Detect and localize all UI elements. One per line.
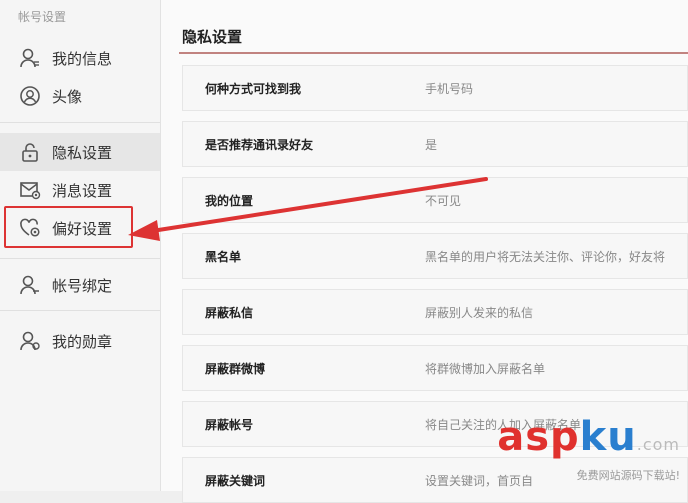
sidebar-item-account-binding[interactable]: 帐号绑定 — [0, 266, 160, 304]
sidebar-item-label: 隐私设置 — [52, 143, 113, 162]
medal-icon — [19, 330, 41, 352]
sidebar-item-my-info[interactable]: 我的信息 — [0, 39, 160, 77]
watermark-logo: aspku.com — [497, 414, 680, 460]
setting-label: 我的位置 — [205, 193, 254, 208]
settings-sidebar: 帐号设置 我的信息 头像 隐私设置 消息设置 偏好设置 帐号绑定 我的勋章 — [0, 0, 161, 491]
sidebar-item-label: 我的信息 — [52, 49, 113, 68]
settings-row[interactable]: 是否推荐通讯录好友 是 — [182, 121, 688, 167]
setting-value: 将群微博加入屏蔽名单 — [425, 361, 546, 376]
sidebar-divider — [0, 258, 160, 259]
settings-row[interactable]: 屏蔽私信 屏蔽别人发来的私信 — [182, 289, 688, 335]
setting-label: 屏蔽私信 — [205, 305, 254, 320]
sidebar-divider — [0, 310, 160, 311]
sidebar-item-label: 消息设置 — [52, 181, 113, 200]
settings-row[interactable]: 屏蔽群微博 将群微博加入屏蔽名单 — [182, 345, 688, 391]
preferences-highlight-box — [4, 206, 133, 248]
setting-value: 黑名单的用户将无法关注你、评论你，好友将 — [425, 249, 666, 264]
sidebar-header: 帐号设置 — [18, 10, 67, 24]
sidebar-item-message-settings[interactable]: 消息设置 — [0, 171, 160, 209]
title-divider — [179, 52, 688, 54]
setting-label: 是否推荐通讯录好友 — [205, 137, 314, 152]
setting-value: 不可见 — [425, 193, 462, 208]
setting-label: 何种方式可找到我 — [205, 81, 302, 96]
user-info-icon — [19, 47, 41, 69]
settings-row[interactable]: 我的位置 不可见 — [182, 177, 688, 223]
sidebar-item-avatar[interactable]: 头像 — [0, 77, 160, 115]
sidebar-item-label: 帐号绑定 — [52, 276, 113, 295]
watermark-tagline: 免费网站源码下载站! — [576, 469, 680, 482]
setting-value: 手机号码 — [425, 81, 474, 96]
page-title: 隐私设置 — [182, 28, 243, 46]
settings-row[interactable]: 黑名单 黑名单的用户将无法关注你、评论你，好友将 — [182, 233, 688, 279]
setting-label: 屏蔽帐号 — [205, 417, 254, 432]
setting-label: 屏蔽群微博 — [205, 361, 266, 376]
watermark: aspku.com 免费网站源码下载站! — [497, 417, 680, 483]
avatar-icon — [19, 85, 41, 107]
setting-value: 屏蔽别人发来的私信 — [425, 305, 534, 320]
account-bind-icon — [19, 274, 41, 296]
setting-label: 黑名单 — [205, 249, 242, 264]
sidebar-divider — [0, 122, 160, 123]
sidebar-item-label: 我的勋章 — [52, 332, 113, 351]
setting-label: 屏蔽关键词 — [205, 473, 266, 488]
message-settings-icon — [19, 179, 41, 201]
sidebar-item-medals[interactable]: 我的勋章 — [0, 322, 160, 360]
sidebar-item-privacy[interactable]: 隐私设置 — [0, 133, 160, 171]
setting-value: 是 — [425, 137, 438, 152]
sidebar-item-label: 头像 — [52, 87, 83, 106]
settings-row[interactable]: 何种方式可找到我 手机号码 — [182, 65, 688, 111]
lock-icon — [19, 141, 41, 163]
